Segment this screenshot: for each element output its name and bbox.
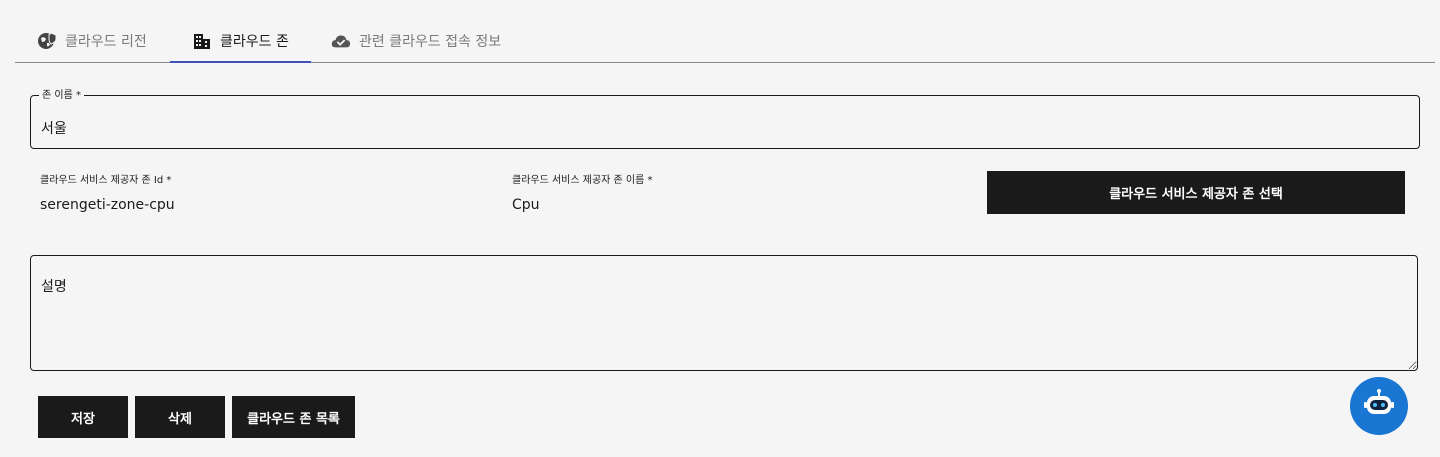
tab-label: 클라우드 리전 xyxy=(65,34,147,50)
tab-label: 관련 클라우드 접속 정보 xyxy=(359,34,502,50)
cloud-check-icon xyxy=(331,31,351,51)
chatbot-button[interactable] xyxy=(1350,377,1408,435)
provider-zone-id-value: serengeti-zone-cpu xyxy=(40,197,175,213)
zone-name-field[interactable]: 존 이름 * 서울 xyxy=(30,89,1420,149)
tab-bar: 클라우드 리전 클라우드 존 관련 클라우드 접속 정보 xyxy=(15,20,1435,63)
robot-icon xyxy=(1362,387,1396,425)
tab-related-cloud-access[interactable]: 관련 클라우드 접속 정보 xyxy=(331,20,501,62)
provider-zone-name-value: Cpu xyxy=(512,197,540,213)
zone-name-label: 존 이름 * xyxy=(39,89,84,102)
building-icon xyxy=(192,31,212,51)
provider-zone-id-label: 클라우드 서비스 제공자 존 Id * xyxy=(40,175,172,186)
tab-cloud-zone[interactable]: 클라우드 존 xyxy=(170,20,311,63)
globe-shield-icon xyxy=(37,31,57,51)
select-provider-zone-button[interactable]: 클라우드 서비스 제공자 존 선택 xyxy=(987,171,1405,214)
description-textarea[interactable] xyxy=(30,255,1418,371)
save-button[interactable]: 저장 xyxy=(38,396,128,438)
provider-zone-name-label: 클라우드 서비스 제공자 존 이름 * xyxy=(512,175,653,186)
delete-button[interactable]: 삭제 xyxy=(135,396,225,438)
tab-label: 클라우드 존 xyxy=(220,34,289,50)
cloud-zone-list-button[interactable]: 클라우드 존 목록 xyxy=(232,396,355,438)
tab-cloud-region[interactable]: 클라우드 리전 xyxy=(37,20,147,62)
zone-name-value[interactable]: 서울 xyxy=(41,118,67,138)
